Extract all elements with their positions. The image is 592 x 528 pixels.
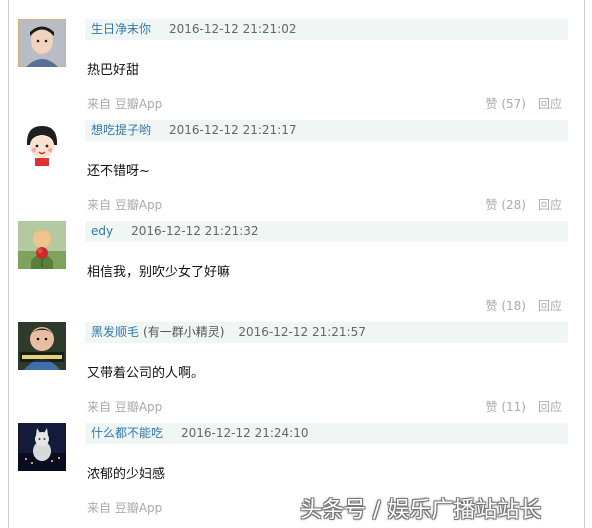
author-link[interactable]: 生日净末你 xyxy=(91,22,151,36)
vote-button[interactable]: 赞 (18) xyxy=(486,299,526,313)
comment-time: 2016-12-12 21:21:02 xyxy=(169,22,297,36)
source-prefix: 来自 xyxy=(87,198,112,212)
source-app-link[interactable]: 豆瓣App xyxy=(115,97,162,111)
comment-actions: 赞 (57) 回应 xyxy=(486,95,562,112)
kid-meme-icon xyxy=(18,322,66,370)
comment-source: 来自 豆瓣App xyxy=(87,499,162,516)
comment-source: 来自 豆瓣App xyxy=(87,95,162,112)
comment-time: 2016-12-12 21:24:10 xyxy=(181,426,309,440)
author-link[interactable]: 想吃提子哟 xyxy=(91,123,151,137)
source-prefix: 来自 xyxy=(87,400,112,414)
comment-meta-bar: 什么都不能吃 2016-12-12 21:24:10 xyxy=(85,423,568,444)
comment-time: 2016-12-12 21:21:32 xyxy=(131,224,259,238)
comment-footer: 来自 豆瓣App 赞 (28) 回应 xyxy=(87,196,568,212)
comment-source: 来自 豆瓣App xyxy=(87,398,162,415)
comment-item: edy 2016-12-12 21:21:32 相信我，别吹少女了好嘛 赞 (18… xyxy=(18,221,568,322)
comment-actions xyxy=(550,499,562,513)
source-prefix: 来自 xyxy=(87,97,112,111)
comment-actions: 赞 (28) 回应 xyxy=(486,196,562,213)
reply-button[interactable]: 回应 xyxy=(538,400,562,414)
boy-portrait-icon xyxy=(18,19,66,67)
comment-item: 生日净末你 2016-12-12 21:21:02 热巴好甜 来自 豆瓣App 赞… xyxy=(18,19,568,120)
comment-time: 2016-12-12 21:21:17 xyxy=(169,123,297,137)
comment-footer: 来自 豆瓣App 赞 (57) 回应 xyxy=(87,95,568,111)
frame-right-border xyxy=(584,0,585,528)
comment-item: 想吃提子哟 2016-12-12 21:21:17 还不错呀~ 来自 豆瓣App … xyxy=(18,120,568,221)
avatar[interactable] xyxy=(18,120,66,168)
avatar[interactable] xyxy=(18,322,66,370)
comment-text: 又带着公司的人啊。 xyxy=(87,366,205,381)
comment-meta-bar: edy 2016-12-12 21:21:32 xyxy=(85,221,568,242)
author-note: (有一群小精灵) xyxy=(143,325,225,339)
author-link[interactable]: 什么都不能吃 xyxy=(91,426,163,440)
comment-text: 还不错呀~ xyxy=(87,164,150,179)
comment-footer: 来自 豆瓣App 赞 (11) 回应 xyxy=(87,398,568,414)
avatar[interactable] xyxy=(18,19,66,67)
comment-text: 浓郁的少妇感 xyxy=(87,467,166,482)
comment-source: 来自 豆瓣App xyxy=(87,196,162,213)
reply-button[interactable]: 回应 xyxy=(538,97,562,111)
source-app-link[interactable]: 豆瓣App xyxy=(115,198,162,212)
little-prince-rose-icon xyxy=(18,221,66,269)
comment-meta-bar: 黑发顺毛 (有一群小精灵) 2016-12-12 21:21:57 xyxy=(85,322,568,343)
vote-button[interactable]: 赞 (57) xyxy=(486,97,526,111)
watermark-text: 头条号 / 娱乐广播站站长 xyxy=(300,498,542,523)
source-app-link[interactable]: 豆瓣App xyxy=(115,501,162,515)
author-link[interactable]: 黑发顺毛 xyxy=(91,325,139,339)
comment-meta-bar: 生日净末你 2016-12-12 21:21:02 xyxy=(85,19,568,40)
avatar[interactable] xyxy=(18,423,66,471)
comment-footer: 赞 (18) 回应 xyxy=(87,297,568,313)
source-app-link[interactable]: 豆瓣App xyxy=(115,400,162,414)
reply-button[interactable]: 回应 xyxy=(538,198,562,212)
vote-button[interactable]: 赞 (28) xyxy=(486,198,526,212)
comment-item: 黑发顺毛 (有一群小精灵) 2016-12-12 21:21:57 又带着公司的人啊… xyxy=(18,322,568,423)
vote-button[interactable]: 赞 (11) xyxy=(486,400,526,414)
author-link[interactable]: edy xyxy=(91,224,113,238)
cat-night-city-icon xyxy=(18,423,66,471)
comment-actions: 赞 (11) 回应 xyxy=(486,398,562,415)
comment-text: 热巴好甜 xyxy=(87,63,140,78)
cartoon-girl-icon xyxy=(18,120,66,168)
comment-meta-bar: 想吃提子哟 2016-12-12 21:21:17 xyxy=(85,120,568,141)
reply-button[interactable]: 回应 xyxy=(538,299,562,313)
frame-left-border xyxy=(8,0,9,528)
comment-actions: 赞 (18) 回应 xyxy=(486,297,562,314)
avatar[interactable] xyxy=(18,221,66,269)
source-prefix: 来自 xyxy=(87,501,112,515)
comment-time: 2016-12-12 21:21:57 xyxy=(238,325,366,339)
comment-text: 相信我，别吹少女了好嘛 xyxy=(87,265,231,280)
